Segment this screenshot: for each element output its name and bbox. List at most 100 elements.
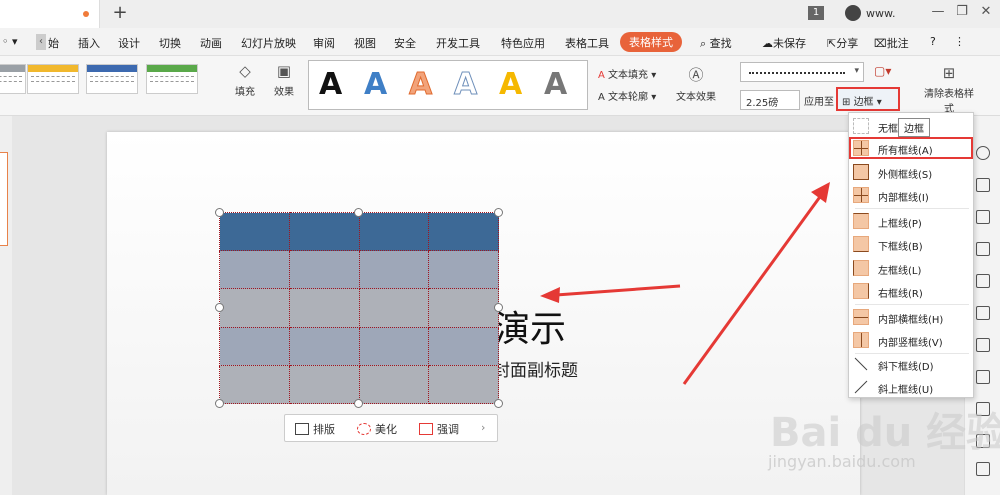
slide-subtitle[interactable]: 封面副标题: [493, 356, 578, 381]
grid-icon[interactable]: [976, 274, 990, 288]
menu-item-inside-borders[interactable]: 内部框线(I): [849, 184, 973, 206]
menu-transition[interactable]: 切换: [159, 35, 181, 51]
table-cell[interactable]: [428, 250, 499, 290]
menu-item-inside-horizontal[interactable]: 内部横框线(H): [849, 306, 973, 328]
table-cell[interactable]: [288, 288, 360, 328]
pen-color-icon[interactable]: ▢▾: [874, 64, 891, 78]
fill-button[interactable]: ◇ 填充: [229, 62, 261, 98]
art-style-black[interactable]: A: [319, 67, 342, 102]
window-count-badge[interactable]: 1: [808, 6, 824, 20]
image-icon[interactable]: [976, 370, 990, 384]
menu-item-right-border[interactable]: 右框线(R): [849, 280, 973, 302]
table-cell[interactable]: [428, 211, 499, 252]
resize-handle[interactable]: [494, 208, 503, 217]
table-cell[interactable]: [288, 364, 360, 405]
table-cell[interactable]: [358, 326, 430, 366]
resize-handle[interactable]: [354, 399, 363, 408]
chevron-left-icon[interactable]: ‹: [36, 34, 46, 50]
table-style-thumb-1[interactable]: [0, 64, 26, 94]
bars-icon[interactable]: [976, 338, 990, 352]
document-tab[interactable]: [0, 0, 100, 28]
effect-button[interactable]: ▣ 效果: [266, 62, 302, 98]
emphasize-button[interactable]: 强调: [419, 421, 459, 437]
table-cell[interactable]: [288, 326, 360, 366]
table-cell[interactable]: [288, 250, 360, 290]
menu-insert[interactable]: 插入: [78, 35, 100, 51]
menu-start[interactable]: 始: [48, 35, 59, 51]
table-cell[interactable]: [428, 288, 499, 328]
table-cell[interactable]: [358, 211, 430, 252]
menu-design[interactable]: 设计: [118, 35, 140, 51]
art-style-blue[interactable]: A: [364, 67, 387, 102]
copy-icon[interactable]: [976, 178, 990, 192]
menu-animation[interactable]: 动画: [200, 35, 222, 51]
line-style-select[interactable]: ▾: [740, 62, 864, 82]
shape-icon[interactable]: [976, 210, 990, 224]
save-status[interactable]: ☁未保存: [762, 35, 806, 51]
menu-item-left-border[interactable]: 左框线(L): [849, 257, 973, 279]
new-tab-button[interactable]: +: [110, 2, 130, 23]
resize-handle[interactable]: [215, 303, 224, 312]
table-style-thumb-3[interactable]: [86, 64, 138, 94]
menu-slideshow[interactable]: 幻灯片放映: [241, 35, 296, 51]
drag-icon[interactable]: [976, 242, 990, 256]
user-name[interactable]: www.: [866, 7, 895, 20]
menu-item-inside-vertical[interactable]: 内部竖框线(V): [849, 329, 973, 351]
table-style-thumb-4[interactable]: [146, 64, 198, 94]
slide-table[interactable]: [219, 211, 499, 405]
menu-left-glyph[interactable]: ◦ ▾: [2, 35, 18, 48]
table-cell[interactable]: [358, 250, 430, 290]
avatar[interactable]: [845, 5, 861, 21]
more-button[interactable]: ⋮: [954, 35, 965, 48]
tab-table-style[interactable]: 表格样式: [620, 32, 682, 52]
restore-button[interactable]: ❐: [952, 4, 972, 19]
table-cell[interactable]: [219, 211, 290, 252]
table-cell[interactable]: [428, 326, 499, 366]
menu-item-diagonal-up[interactable]: 斜上框线(U): [849, 376, 973, 398]
menu-developer[interactable]: 开发工具: [436, 35, 480, 51]
star-icon[interactable]: [976, 146, 990, 160]
menu-review[interactable]: 审阅: [313, 35, 335, 51]
menu-view[interactable]: 视图: [354, 35, 376, 51]
menu-special[interactable]: 特色应用: [501, 35, 545, 51]
annotate-button[interactable]: ⌧批注: [874, 35, 909, 51]
search-button[interactable]: ⌕ 查找: [700, 35, 732, 51]
slide-title[interactable]: 演示: [494, 300, 566, 352]
minimize-button[interactable]: —: [928, 4, 948, 19]
art-style-yellow[interactable]: A: [499, 67, 522, 102]
text-outline-button[interactable]: A 文本轮廓 ▾: [598, 88, 656, 103]
resize-handle[interactable]: [215, 208, 224, 217]
table-cell[interactable]: [219, 326, 290, 366]
floatbar-more-button[interactable]: ›: [481, 421, 485, 434]
menu-item-diagonal-down[interactable]: 斜下框线(D): [849, 353, 973, 375]
layout-button[interactable]: 排版: [295, 421, 335, 437]
clear-table-style-button[interactable]: ⊞ 清除表格样式: [920, 64, 978, 115]
resize-handle[interactable]: [215, 399, 224, 408]
beautify-button[interactable]: 美化: [357, 421, 397, 437]
text-fill-button[interactable]: A 文本填充 ▾: [598, 66, 656, 81]
menu-item-bottom-border[interactable]: 下框线(B): [849, 233, 973, 255]
share-button[interactable]: ⇱分享: [827, 35, 858, 51]
menu-item-outside-borders[interactable]: 外侧框线(S): [849, 161, 973, 183]
table-cell[interactable]: [288, 211, 360, 252]
art-style-white-outline[interactable]: A: [453, 67, 477, 103]
art-style-orange-outline[interactable]: A: [408, 67, 432, 103]
resize-handle[interactable]: [494, 303, 503, 312]
table-cell[interactable]: [219, 250, 290, 290]
border-button[interactable]: ⊞ 边框 ▾: [836, 87, 900, 111]
help-button[interactable]: ?: [930, 35, 936, 48]
slide-thumbnail[interactable]: [0, 152, 8, 246]
art-style-gray[interactable]: A: [544, 67, 567, 102]
menu-item-top-border[interactable]: 上框线(P): [849, 210, 973, 232]
table-style-thumb-2[interactable]: [27, 64, 79, 94]
table-cell[interactable]: [358, 364, 430, 405]
table-cell[interactable]: [219, 364, 290, 405]
resize-handle[interactable]: [494, 399, 503, 408]
table-cell[interactable]: [358, 288, 430, 328]
line-weight-select[interactable]: 2.25磅: [740, 90, 800, 110]
table-cell[interactable]: [428, 364, 499, 405]
box-icon[interactable]: [976, 462, 990, 476]
table-cell[interactable]: [219, 288, 290, 328]
menu-table-tools[interactable]: 表格工具: [565, 35, 609, 51]
close-button[interactable]: ✕: [976, 4, 996, 19]
